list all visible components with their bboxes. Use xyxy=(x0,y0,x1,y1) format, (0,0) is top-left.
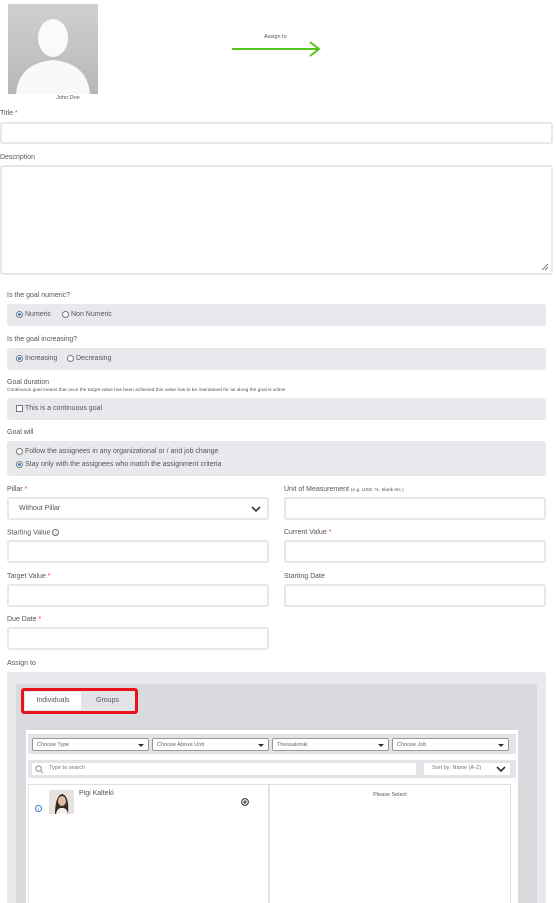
due-date-label: Due Date * xyxy=(7,616,42,623)
assign-panel: Individuals Groups Choose Type Choose Ab… xyxy=(7,672,546,903)
tab-individuals[interactable]: Individuals xyxy=(25,692,81,710)
caret-down-icon xyxy=(138,743,144,747)
avatar-name: John Doe xyxy=(56,95,80,101)
radio-indicator xyxy=(16,311,23,318)
radio-indicator xyxy=(16,355,23,362)
duration-help: Continuous goal means that once the targ… xyxy=(7,388,286,393)
person-name: Pigi Kalteki xyxy=(79,790,114,797)
available-list: i Pigi Kalteki xyxy=(28,784,269,903)
filter-job[interactable]: Choose Job xyxy=(392,738,509,751)
increasing-options-box: Increasing Decreasing xyxy=(7,348,546,370)
goal-will-box: Follow the assignees in any organization… xyxy=(7,441,546,476)
goal-will-label: Goal will xyxy=(7,429,34,436)
current-value-input[interactable] xyxy=(284,540,546,563)
sort-label: Sort by: Name (A-Z) xyxy=(432,765,482,771)
radio-decreasing[interactable]: Decreasing xyxy=(67,355,111,362)
avatar xyxy=(49,790,74,814)
selected-list: Please Select xyxy=(269,784,511,903)
caret-down-icon xyxy=(378,743,384,747)
radio-indicator xyxy=(16,461,23,468)
radio-indicator xyxy=(16,448,23,455)
resize-handle-icon[interactable] xyxy=(541,263,549,271)
numeric-question: Is the goal numeric? xyxy=(7,292,71,299)
pillar-label: Pillar * xyxy=(7,486,28,493)
selected-placeholder: Please Select xyxy=(373,792,407,798)
info-icon[interactable]: i xyxy=(52,529,60,536)
current-value-label: Current Value * xyxy=(284,529,332,536)
arrow-right-icon xyxy=(232,41,321,57)
search-bar: Type to search Sort by: Name (A-Z) xyxy=(28,760,516,778)
duration-label: Goal duration xyxy=(7,379,50,386)
pillar-select[interactable]: Without Pillar xyxy=(7,497,269,520)
add-circle-icon[interactable] xyxy=(241,798,249,806)
info-icon[interactable]: i xyxy=(35,805,42,812)
search-input[interactable]: Type to search xyxy=(32,763,416,775)
assign-content: Choose Type Choose Above Unit Thessaloni… xyxy=(26,730,518,903)
numeric-options-box: Numeric Non Numeric xyxy=(7,304,546,326)
tab-groups[interactable]: Groups xyxy=(81,692,134,710)
radio-stay-with-assignees[interactable]: Stay only with the assignees who match t… xyxy=(16,461,222,468)
radio-indicator xyxy=(62,311,69,318)
radio-numeric[interactable]: Numeric xyxy=(16,311,51,318)
title-input[interactable] xyxy=(0,122,553,144)
avatar xyxy=(8,4,98,94)
starting-value-label: Starting Value i xyxy=(7,529,60,536)
increasing-question: Is the goal increasing? xyxy=(7,336,78,343)
radio-indicator xyxy=(67,355,74,362)
assign-inner: Individuals Groups Choose Type Choose Ab… xyxy=(16,684,537,903)
list-item: i Pigi Kalteki xyxy=(29,785,268,815)
title-label: Title * xyxy=(0,110,18,117)
duration-box: This is a continuous goal xyxy=(7,398,546,420)
chevron-down-icon xyxy=(496,766,506,773)
target-value-input[interactable] xyxy=(7,584,269,607)
due-date-input[interactable] xyxy=(7,627,269,650)
starting-value-input[interactable] xyxy=(7,540,269,563)
tabs-highlight: Individuals Groups xyxy=(21,688,138,714)
unit-input[interactable] xyxy=(284,497,546,520)
continuous-checkbox[interactable]: This is a continuous goal xyxy=(16,405,102,412)
filter-bar: Choose Type Choose Above Unit Thessaloni… xyxy=(28,734,516,754)
pillar-value: Without Pillar xyxy=(19,505,61,512)
filter-above-unit[interactable]: Choose Above Unit xyxy=(152,738,269,751)
starting-date-input[interactable] xyxy=(284,584,546,607)
caret-down-icon xyxy=(258,743,264,747)
target-value-label: Target Value * xyxy=(7,573,51,580)
person-photo xyxy=(49,790,74,814)
filter-location[interactable]: Thessaloniki xyxy=(272,738,389,751)
search-icon xyxy=(35,765,44,774)
filter-choose-type[interactable]: Choose Type xyxy=(32,738,149,751)
starting-date-label: Starting Date xyxy=(284,573,325,580)
description-textarea[interactable] xyxy=(0,165,553,275)
search-placeholder: Type to search xyxy=(49,765,86,771)
sort-select[interactable]: Sort by: Name (A-Z) xyxy=(424,763,510,775)
assign-to-label: Assign to xyxy=(7,660,36,667)
radio-increasing[interactable]: Increasing xyxy=(16,355,57,362)
radio-non-numeric[interactable]: Non Numeric xyxy=(62,311,112,318)
unit-label: Unit of Measurement (e.g. USD, %, blank … xyxy=(284,486,404,493)
chevron-down-icon xyxy=(251,506,261,513)
checkbox-indicator xyxy=(16,405,23,412)
description-label: Description xyxy=(0,154,36,161)
person-silhouette-icon xyxy=(16,19,90,94)
assign-arrow: Assign to xyxy=(232,34,324,57)
caret-down-icon xyxy=(498,743,504,747)
radio-follow-assignees[interactable]: Follow the assignees in any organization… xyxy=(16,448,218,455)
